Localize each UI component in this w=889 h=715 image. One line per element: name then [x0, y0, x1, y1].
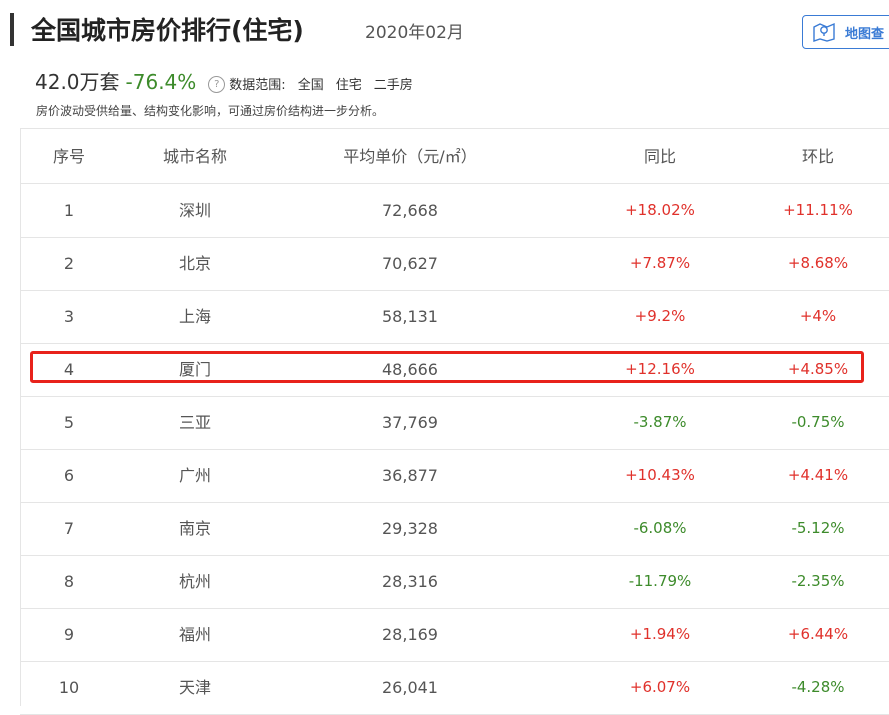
price-cell: 37,769 [382, 413, 438, 432]
rank-cell: 5 [63, 413, 75, 432]
yoy-cell: +9.2% [634, 307, 686, 325]
rank-cell: 9 [63, 625, 75, 644]
price-cell: 28,169 [382, 625, 438, 644]
column-header-price: 平均单价（元/㎡） [343, 147, 477, 166]
price-cell: 28,316 [382, 572, 438, 591]
city-cell: 福州 [178, 625, 211, 644]
mom-cell: -5.12% [791, 519, 845, 537]
table-row[interactable]: 3 上海 58,131 +9.2% +4% [20, 290, 889, 344]
scope-item-market: 二手房 [373, 78, 413, 93]
yoy-cell: +6.07% [629, 678, 691, 696]
mom-cell: +4.41% [787, 466, 849, 484]
scope-item-type: 住宅 [335, 78, 362, 93]
price-cell: 72,668 [382, 201, 438, 220]
yoy-cell: -6.08% [633, 519, 687, 537]
summary-line: 42.0万套 -76.4% ? 数据范围: 全国 住宅 二手房 [35, 66, 413, 95]
transaction-count: 42.0万套 [35, 70, 120, 94]
mom-cell: +11.11% [783, 201, 853, 219]
title-accent-bar [10, 13, 14, 46]
city-cell: 南京 [178, 519, 211, 538]
mom-cell: +8.68% [787, 254, 849, 272]
price-note: 房价波动受供给量、结构变化影响，可通过房价结构进一步分析。 [36, 104, 385, 118]
rank-cell: 3 [63, 307, 75, 326]
table-row[interactable]: 6 广州 36,877 +10.43% +4.41% [20, 449, 889, 503]
city-cell: 上海 [178, 307, 211, 326]
map-pin-icon [813, 22, 835, 42]
yoy-cell: -11.79% [628, 572, 692, 590]
column-header-city: 城市名称 [162, 147, 227, 166]
column-header-mom: 环比 [801, 147, 834, 166]
rank-cell: 8 [63, 572, 75, 591]
city-cell: 三亚 [178, 413, 211, 432]
yoy-cell: +10.43% [625, 466, 695, 484]
price-cell: 70,627 [382, 254, 438, 273]
page-title: 全国城市房价排行(住宅) [31, 16, 304, 45]
table-row[interactable]: 8 杭州 28,316 -11.79% -2.35% [20, 555, 889, 609]
mom-cell: -2.35% [791, 572, 845, 590]
scope-label: 数据范围: [229, 78, 286, 93]
table-row[interactable]: 2 北京 70,627 +7.87% +8.68% [20, 237, 889, 291]
mom-cell: +4% [799, 307, 837, 325]
column-header-rank: 序号 [52, 147, 85, 166]
scope-item-region: 全国 [297, 78, 324, 93]
rank-cell: 6 [63, 466, 75, 485]
city-cell: 深圳 [178, 201, 211, 220]
column-header-yoy: 同比 [643, 147, 676, 166]
rank-cell: 2 [63, 254, 75, 273]
mom-cell: +6.44% [787, 625, 849, 643]
transaction-change: -76.4% [125, 70, 197, 94]
table-row[interactable]: 10 天津 26,041 +6.07% -4.28% [20, 661, 889, 715]
map-view-button[interactable]: 地图查 [802, 15, 889, 49]
mom-cell: -4.28% [791, 678, 845, 696]
price-cell: 58,131 [382, 307, 438, 326]
rank-cell: 10 [58, 678, 80, 697]
table-row[interactable]: 7 南京 29,328 -6.08% -5.12% [20, 502, 889, 556]
city-cell: 杭州 [178, 572, 211, 591]
map-view-button-label: 地图查 [845, 26, 885, 42]
rank-cell: 1 [63, 201, 75, 220]
city-cell: 天津 [178, 678, 211, 697]
yoy-cell: +7.87% [629, 254, 691, 272]
price-cell: 29,328 [382, 519, 438, 538]
highlight-box [30, 351, 864, 383]
help-icon[interactable]: ? [208, 76, 226, 93]
price-cell: 26,041 [382, 678, 438, 697]
table-header: 序号 城市名称 平均单价（元/㎡） 同比 环比 [20, 130, 889, 184]
table-row[interactable]: 5 三亚 37,769 -3.87% -0.75% [20, 396, 889, 450]
price-cell: 36,877 [382, 466, 438, 485]
yoy-cell: +18.02% [625, 201, 695, 219]
yoy-cell: -3.87% [633, 413, 687, 431]
table-border-top [20, 128, 889, 129]
mom-cell: -0.75% [791, 413, 845, 431]
city-cell: 北京 [178, 254, 211, 273]
yoy-cell: +1.94% [629, 625, 691, 643]
table-row[interactable]: 1 深圳 72,668 +18.02% +11.11% [20, 184, 889, 238]
table-row[interactable]: 9 福州 28,169 +1.94% +6.44% [20, 608, 889, 662]
rank-cell: 7 [63, 519, 75, 538]
period-label: 2020年02月 [365, 23, 464, 43]
city-cell: 广州 [178, 466, 211, 485]
